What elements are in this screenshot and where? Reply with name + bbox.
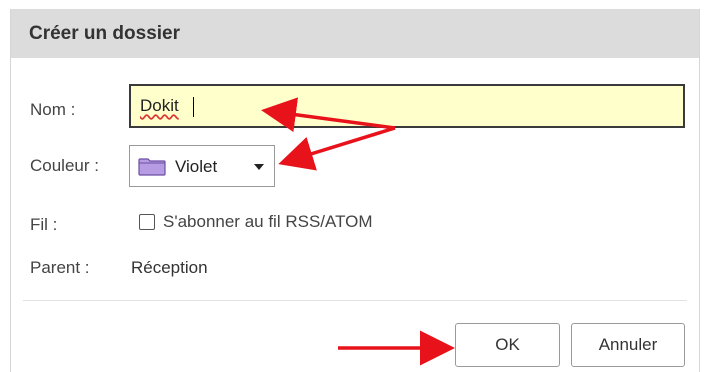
text-caret (193, 97, 194, 117)
cancel-button[interactable]: Annuler (571, 323, 685, 367)
folder-icon (138, 158, 166, 176)
name-label: Nom : (30, 100, 76, 119)
checkbox-icon[interactable] (139, 214, 155, 230)
ok-button[interactable]: OK (455, 323, 560, 367)
parent-label: Parent : (30, 258, 90, 277)
feed-label: Fil : (30, 215, 58, 234)
parent-value: Réception (131, 258, 208, 277)
color-select-value: Violet (175, 157, 218, 176)
rss-subscribe-label[interactable]: S'abonner au fil RSS/ATOM (163, 212, 373, 232)
name-input-value: Dokit (140, 96, 179, 115)
dialog-titlebar: Créer un dossier (11, 9, 699, 58)
caret-down-icon (254, 164, 264, 170)
color-select[interactable]: Violet (129, 145, 275, 187)
divider (23, 300, 687, 301)
create-folder-dialog: Créer un dossier Nom : Dokit Couleur : V… (10, 9, 700, 372)
name-input[interactable]: Dokit (129, 84, 685, 128)
dialog-title: Créer un dossier (29, 23, 180, 44)
color-label: Couleur : (30, 156, 99, 175)
